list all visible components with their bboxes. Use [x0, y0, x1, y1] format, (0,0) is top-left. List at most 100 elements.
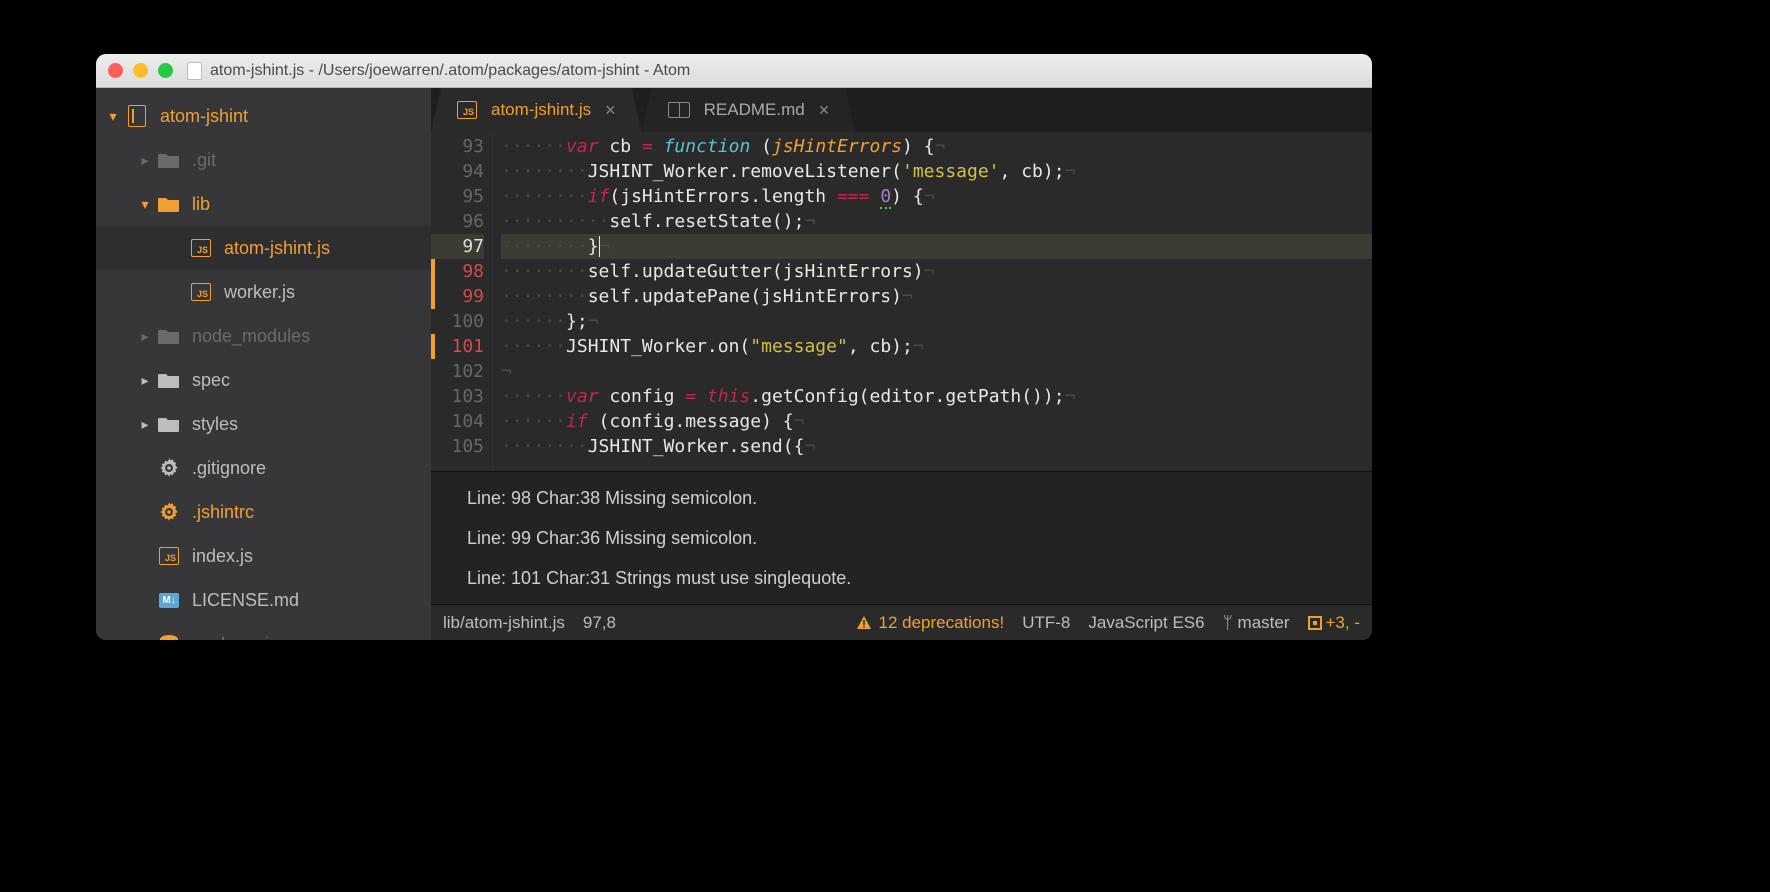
code-line[interactable]: ········self.updatePane(jsHintErrors)¬: [501, 284, 1372, 309]
tab[interactable]: JSatom-jshint.js×: [431, 88, 642, 132]
line-number[interactable]: 93: [431, 134, 484, 159]
book-icon: [668, 102, 690, 118]
line-number[interactable]: 99: [431, 284, 484, 309]
js-file-icon: JS: [190, 281, 212, 303]
tree-item-label: atom-jshint.js: [224, 238, 330, 259]
titlebar: atom-jshint.js - /Users/joewarren/.atom/…: [96, 54, 1372, 88]
line-number[interactable]: 96: [431, 209, 484, 234]
lint-error[interactable]: Line: 98 Char:38 Missing semicolon.: [467, 478, 1372, 518]
minimize-window-button[interactable]: [133, 63, 148, 78]
lint-error[interactable]: Line: 99 Char:36 Missing semicolon.: [467, 518, 1372, 558]
tree-item[interactable]: JS worker.js: [96, 270, 431, 314]
code-line[interactable]: ··········self.resetState();¬: [501, 209, 1372, 234]
line-number[interactable]: 102: [431, 359, 484, 384]
tree-item[interactable]: ▾ lib: [96, 182, 431, 226]
js-file-icon: JS: [158, 545, 180, 567]
js-file-icon: JS: [457, 101, 477, 119]
window: atom-jshint.js - /Users/joewarren/.atom/…: [96, 54, 1372, 640]
tree-item[interactable]: ▸styles: [96, 402, 431, 446]
traffic-lights: [108, 63, 173, 78]
chevron-right-icon: ▸: [136, 152, 154, 169]
js-file-icon: JS: [190, 237, 212, 259]
line-number[interactable]: 104: [431, 409, 484, 434]
file-tree: ▾ atom-jshint ▸.git▾libJSatom-jshint.jsJ…: [96, 88, 431, 640]
code-line[interactable]: ¬: [501, 359, 1372, 384]
chevron-down-icon: ▾: [136, 196, 154, 213]
code-line[interactable]: ······var cb = function (jsHintErrors) {…: [501, 134, 1372, 159]
tree-item-label: .gitignore: [192, 458, 266, 479]
tree-item-label: lib: [192, 194, 210, 215]
close-tab-icon[interactable]: ×: [819, 100, 830, 121]
code-line[interactable]: ······if (config.message) {¬: [501, 409, 1372, 434]
window-title: atom-jshint.js - /Users/joewarren/.atom/…: [210, 62, 690, 80]
line-number[interactable]: 95: [431, 184, 484, 209]
line-number[interactable]: 100: [431, 309, 484, 334]
diff-icon: [1308, 616, 1322, 630]
line-number[interactable]: 103: [431, 384, 484, 409]
status-branch-label: master: [1238, 613, 1290, 632]
gear-icon: [158, 501, 180, 523]
file-icon: [187, 62, 202, 80]
status-diff[interactable]: +3, -: [1308, 613, 1361, 633]
status-branch[interactable]: ᛘ master: [1223, 613, 1290, 633]
tree-item[interactable]: JS index.js: [96, 534, 431, 578]
code-line[interactable]: ········if(jsHintErrors.length === 0) {¬: [501, 184, 1372, 209]
status-path[interactable]: lib/atom-jshint.js: [443, 613, 565, 633]
code-line[interactable]: ········}¬: [501, 234, 1372, 259]
code-editor[interactable]: 93949596979899100101102103104105 ······v…: [431, 132, 1372, 471]
status-bar: lib/atom-jshint.js 97,8 12 deprecations!…: [431, 604, 1372, 640]
database-icon: [158, 633, 180, 640]
close-tab-icon[interactable]: ×: [605, 100, 616, 121]
tree-item[interactable]: JS atom-jshint.js: [96, 226, 431, 270]
zoom-window-button[interactable]: [158, 63, 173, 78]
git-branch-icon: ᛘ: [1223, 613, 1233, 633]
status-language[interactable]: JavaScript ES6: [1088, 613, 1204, 633]
status-diff-label: +3, -: [1326, 613, 1361, 633]
tree-item-label: .jshintrc: [192, 502, 254, 523]
sidebar: ▾ atom-jshint ▸.git▾libJSatom-jshint.jsJ…: [96, 88, 431, 640]
code-line[interactable]: ······};¬: [501, 309, 1372, 334]
tree-item[interactable]: package.json: [96, 622, 431, 640]
tab[interactable]: README.md ×: [642, 88, 856, 132]
tree-item[interactable]: ▸ node_modules: [96, 314, 431, 358]
tree-item[interactable]: ▸spec: [96, 358, 431, 402]
folder-icon: [158, 149, 180, 171]
warning-icon: [856, 615, 872, 631]
repo-icon: [126, 105, 148, 127]
tree-item-label: node_modules: [192, 326, 310, 347]
status-cursor[interactable]: 97,8: [583, 613, 616, 633]
status-deprecations-label: 12 deprecations!: [878, 613, 1004, 633]
tab-label: README.md: [704, 100, 805, 120]
folder-icon: [158, 413, 180, 435]
tree-root-label: atom-jshint: [160, 106, 248, 127]
line-number[interactable]: 98: [431, 259, 484, 284]
tree-item[interactable]: .jshintrc: [96, 490, 431, 534]
close-window-button[interactable]: [108, 63, 123, 78]
tree-root[interactable]: ▾ atom-jshint: [96, 94, 431, 138]
line-number[interactable]: 94: [431, 159, 484, 184]
line-number[interactable]: 105: [431, 434, 484, 459]
tree-item-label: .git: [192, 150, 216, 171]
tree-item[interactable]: .gitignore: [96, 446, 431, 490]
code-line[interactable]: ········JSHINT_Worker.removeListener('me…: [501, 159, 1372, 184]
code-text[interactable]: ······var cb = function (jsHintErrors) {…: [493, 132, 1372, 471]
tree-item-label: worker.js: [224, 282, 295, 303]
folder-icon: [158, 325, 180, 347]
editor-pane: JSatom-jshint.js× README.md × 939495969798…: [431, 88, 1372, 640]
lint-panel: Line: 98 Char:38 Missing semicolon.Line:…: [431, 471, 1372, 604]
chevron-right-icon: ▸: [136, 328, 154, 345]
line-number[interactable]: 97: [431, 234, 484, 259]
status-deprecations[interactable]: 12 deprecations!: [856, 613, 1004, 633]
code-line[interactable]: ······JSHINT_Worker.on("message", cb);¬: [501, 334, 1372, 359]
tree-item[interactable]: M↓LICENSE.md: [96, 578, 431, 622]
code-line[interactable]: ········JSHINT_Worker.send({¬: [501, 434, 1372, 459]
line-number[interactable]: 101: [431, 334, 484, 359]
tree-item-label: package.json: [192, 634, 298, 641]
chevron-right-icon: ▸: [136, 372, 154, 389]
tree-item[interactable]: ▸ .git: [96, 138, 431, 182]
lint-error[interactable]: Line: 101 Char:31 Strings must use singl…: [467, 558, 1372, 598]
code-line[interactable]: ········self.updateGutter(jsHintErrors)¬: [501, 259, 1372, 284]
status-encoding[interactable]: UTF-8: [1022, 613, 1070, 633]
code-line[interactable]: ······var config = this.getConfig(editor…: [501, 384, 1372, 409]
tree-item-label: index.js: [192, 546, 253, 567]
